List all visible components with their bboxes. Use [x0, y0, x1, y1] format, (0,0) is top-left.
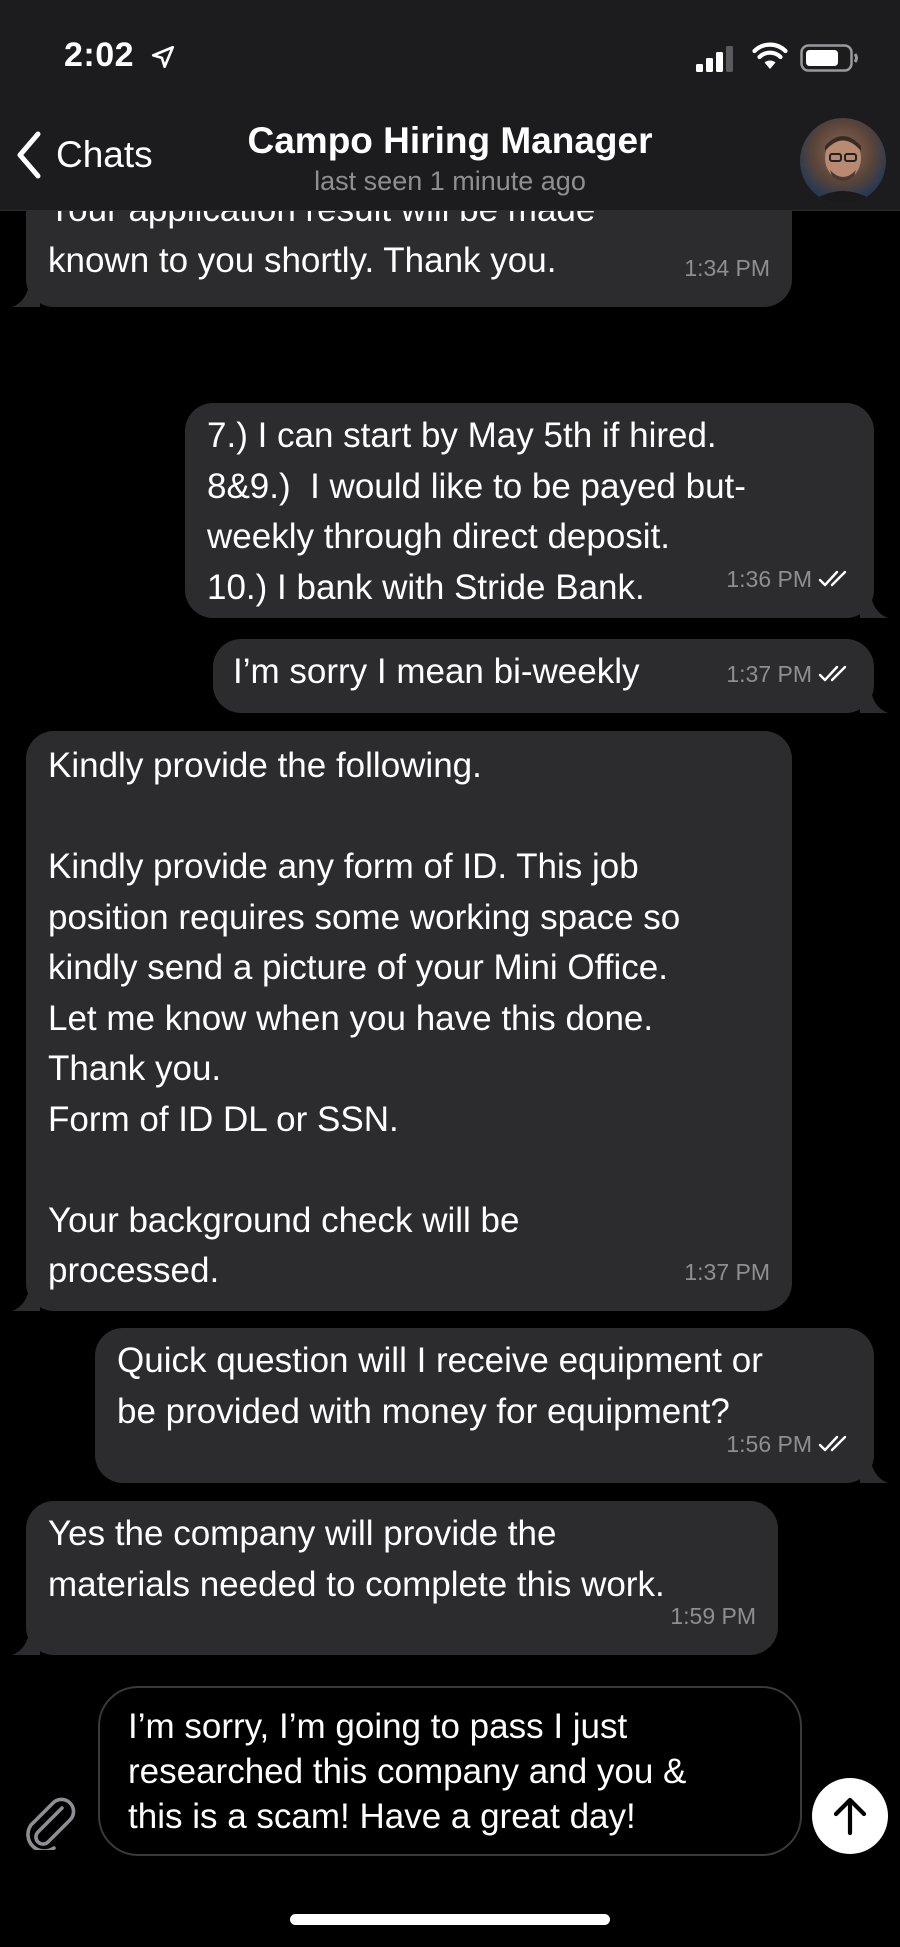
- bubble-tail: [12, 279, 40, 307]
- composer-bar: I’m sorry, I’m going to pass I just rese…: [0, 1682, 900, 1947]
- bubble-tail: [860, 1455, 888, 1483]
- chat-title[interactable]: Campo Hiring Manager: [0, 120, 900, 162]
- bubble-tail: [12, 1283, 40, 1311]
- message-time: 1:36 PM: [726, 565, 812, 592]
- battery-icon: [800, 44, 858, 72]
- double-check-icon: [818, 665, 847, 681]
- wifi-icon: [752, 42, 788, 69]
- message-time: 1:34 PM: [684, 254, 770, 281]
- message-time: 1:59 PM: [670, 1602, 756, 1629]
- message-incoming[interactable]: Kindly provide the following. Kindly pro…: [12, 731, 792, 1311]
- message-time: 1:56 PM: [726, 1430, 812, 1457]
- location-arrow-icon: [151, 45, 175, 69]
- home-indicator[interactable]: [290, 1914, 610, 1925]
- status-time: 2:02: [64, 36, 135, 74]
- double-check-icon: [818, 1435, 847, 1451]
- message-outgoing[interactable]: I’m sorry I mean bi-weekly 1:37 PM: [213, 639, 888, 713]
- message-meta: 1:37 PM: [684, 1247, 770, 1298]
- message-time: 1:37 PM: [726, 660, 812, 687]
- message-outgoing[interactable]: Quick question will I receive equipment …: [95, 1328, 888, 1483]
- paperclip-icon[interactable]: [22, 1790, 78, 1850]
- message-input[interactable]: I’m sorry, I’m going to pass I just rese…: [98, 1686, 802, 1856]
- cell-signal-icon: [696, 46, 733, 72]
- chat-header: Chats Campo Hiring Manager last seen 1 m…: [0, 110, 900, 211]
- message-meta: 1:37 PM: [726, 649, 852, 700]
- message-meta: 1:36 PM: [726, 554, 852, 605]
- status-bar: 2:02: [0, 0, 900, 110]
- message-meta: 1:56 PM: [726, 1419, 852, 1470]
- arrow-up-icon: [833, 1797, 867, 1836]
- message-time: 1:37 PM: [684, 1258, 770, 1285]
- message-incoming[interactable]: Your application result will be made kno…: [12, 211, 792, 307]
- message-outgoing[interactable]: 7.) I can start by May 5th if hired. 8&9…: [185, 403, 888, 618]
- bubble-tail: [860, 685, 888, 713]
- message-text: Quick question will I receive equipment …: [117, 1341, 763, 1431]
- last-seen-status: last seen 1 minute ago: [314, 166, 586, 196]
- message-incoming[interactable]: Yes the company will provide the materia…: [12, 1501, 778, 1655]
- message-text: I’m sorry I mean bi-weekly: [233, 652, 640, 691]
- contact-avatar[interactable]: [800, 118, 886, 204]
- message-meta: 1:59 PM: [670, 1591, 756, 1642]
- message-text: Yes the company will provide the materia…: [48, 1514, 665, 1604]
- message-text: Kindly provide the following. Kindly pro…: [48, 746, 681, 1290]
- bubble-tail: [12, 1627, 40, 1655]
- send-button[interactable]: [812, 1778, 888, 1854]
- double-check-icon: [818, 570, 847, 586]
- bubble-tail: [860, 590, 888, 618]
- message-list[interactable]: Your application result will be made kno…: [0, 211, 900, 1681]
- message-text: 7.) I can start by May 5th if hired. 8&9…: [207, 416, 746, 607]
- message-text: Your application result will be made kno…: [48, 211, 595, 280]
- message-meta: 1:34 PM: [684, 243, 770, 294]
